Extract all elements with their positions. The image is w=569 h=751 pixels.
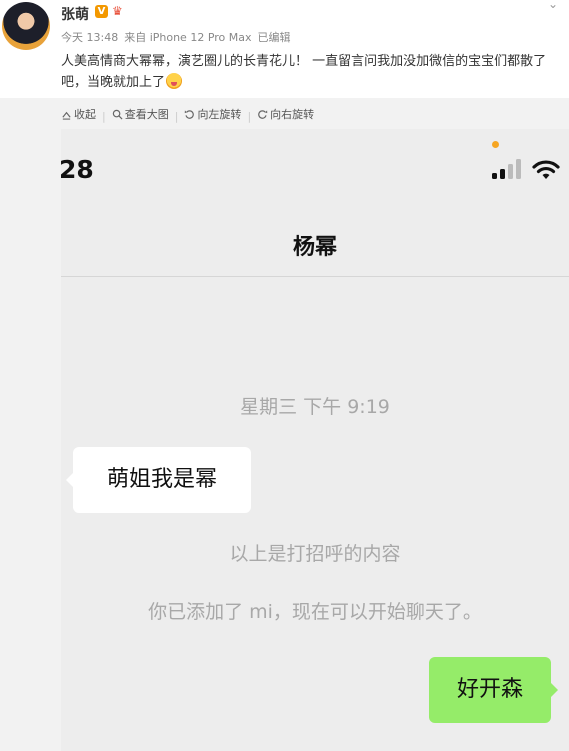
header-divider <box>61 276 569 277</box>
toolbar-separator: | <box>247 109 252 123</box>
chat-screenshot: :28 杨幂 星期三 下午 9:19 萌姐我是幂 以上是打招呼的内容 你已添加了… <box>61 129 569 751</box>
weibo-post-header: 张萌 V ♛ ⌄ 今天 13:48 来自 iPhone 12 Pro Max 已编辑… <box>0 0 569 98</box>
edited-label[interactable]: 已编辑 <box>258 31 291 44</box>
post-text-content: 人美高情商大幂幂，演艺圈儿的长青花儿！ 一直留言问我加没加微信的宝宝们都散了吧，… <box>61 54 547 90</box>
system-message-added: 你已添加了 mi，现在可以开始聊天了。 <box>148 601 482 623</box>
privacy-indicator-dot <box>492 141 499 148</box>
wifi-icon <box>532 160 560 179</box>
toolbar-separator: | <box>102 109 106 123</box>
user-avatar[interactable] <box>2 2 50 50</box>
rotate-right-icon <box>258 109 268 119</box>
verified-badge-icon: V <box>95 5 108 18</box>
rotate-right-button[interactable]: 向右旋转 <box>257 106 314 122</box>
emoji-icon <box>166 73 183 89</box>
post-text: 人美高情商大幂幂，演艺圈儿的长青花儿！ 一直留言问我加没加微信的宝宝们都散了吧，… <box>61 51 561 93</box>
incoming-message-bubble[interactable]: 萌姐我是幂 <box>66 447 251 513</box>
rotate-right-label: 向右旋转 <box>270 108 315 121</box>
rotate-left-icon <box>185 109 195 119</box>
search-icon <box>112 109 123 120</box>
rotate-left-label: 向左旋转 <box>197 108 242 121</box>
image-toolbar: 收起 | 查看大图 | 向左旋转 | 向右旋转 <box>61 106 314 123</box>
view-large-label: 查看大图 <box>124 108 169 121</box>
chevron-down-icon[interactable]: ⌄ <box>548 0 558 11</box>
outgoing-message-bubble[interactable]: 好开森 <box>429 657 558 723</box>
cellular-signal-icon <box>492 159 521 179</box>
message-timestamp: 星期三 下午 9:19 <box>240 396 390 418</box>
collapse-label: 收起 <box>74 108 96 121</box>
crown-badge-icon: ♛ <box>112 4 123 18</box>
collapse-button[interactable]: 收起 <box>61 106 96 122</box>
toolbar-separator: | <box>174 109 179 123</box>
post-meta: 今天 13:48 来自 iPhone 12 Pro Max 已编辑 <box>61 29 297 45</box>
system-message-greeting: 以上是打招呼的内容 <box>229 543 401 565</box>
username[interactable]: 张萌 <box>61 4 89 24</box>
rotate-left-button[interactable]: 向左旋转 <box>184 106 241 122</box>
post-source: 来自 iPhone 12 Pro Max <box>124 31 252 44</box>
collapse-icon <box>62 111 71 120</box>
status-bar-time: :28 <box>61 155 94 184</box>
chat-title: 杨幂 <box>292 235 337 260</box>
post-time[interactable]: 今天 13:48 <box>61 31 118 44</box>
view-large-button[interactable]: 查看大图 <box>112 106 169 122</box>
